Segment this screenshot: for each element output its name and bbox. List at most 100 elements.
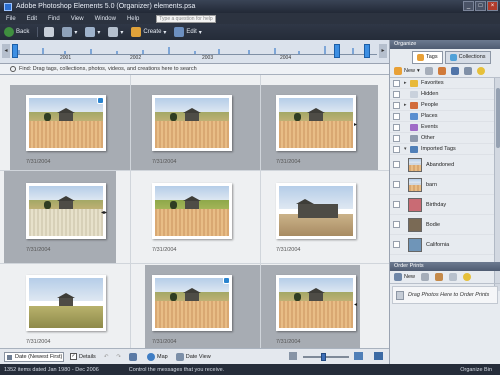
large-thumb-icon[interactable] (354, 352, 363, 360)
tag-row-abandoned[interactable]: Abandoned (390, 155, 494, 175)
help-search-input[interactable]: Type a question for help (156, 14, 217, 23)
details-toggle[interactable]: ✓ Details (70, 353, 96, 360)
details-checkbox[interactable]: ✓ (70, 353, 77, 360)
tag-checkbox[interactable] (393, 112, 400, 120)
photo-thumbnail[interactable] (152, 275, 232, 331)
tag-list-scrollbar[interactable] (494, 78, 500, 291)
slider-knob[interactable] (321, 353, 326, 361)
tag-checkbox[interactable] (393, 145, 400, 153)
photo-cell[interactable]: 7/31/2004 (146, 175, 232, 262)
delete-tag-icon[interactable] (424, 67, 433, 75)
back-button[interactable]: Back (4, 27, 29, 37)
photo-cell[interactable]: 7/31/2004 ◂▸ (20, 175, 107, 262)
lightbulb-icon[interactable] (463, 273, 472, 281)
photo-cell[interactable]: 7/31/2004 (146, 87, 232, 174)
photo-thumbnail[interactable] (276, 183, 356, 239)
menu-find[interactable]: Find (48, 16, 60, 22)
timeline-right-arrow[interactable]: ▸ (379, 44, 387, 58)
map-button[interactable]: Map (147, 352, 168, 361)
close-button[interactable]: × (487, 1, 498, 11)
tag-row-imported-tags[interactable]: ▾ Imported Tags (390, 144, 494, 155)
thumbnail-size-slider[interactable] (303, 353, 349, 361)
tab-tags[interactable]: Tags (412, 50, 443, 64)
timeline-start-handle[interactable] (12, 44, 18, 58)
tag-checkbox[interactable] (393, 134, 400, 142)
stack-collapse-arrow-icon[interactable]: ◂▸ (101, 209, 107, 216)
edit-button[interactable]: Edit ▾ (174, 27, 202, 37)
tag-row-places[interactable]: Places (390, 111, 494, 122)
tag-row-bodie[interactable]: Bodie (390, 215, 494, 235)
stack-collapse-arrow-icon[interactable]: ▸ (354, 121, 357, 128)
photo-thumbnail[interactable] (26, 183, 106, 239)
photo-thumbnail[interactable] (152, 95, 232, 151)
photo-thumbnail[interactable] (276, 275, 356, 331)
timeline-left-arrow[interactable]: ◂ (2, 44, 10, 58)
menu-file[interactable]: File (6, 16, 16, 22)
share-button[interactable]: ▾ (108, 27, 123, 37)
organize-bin-toggle[interactable]: Organize Bin (460, 367, 492, 373)
tag-row-other[interactable]: Other (390, 133, 494, 144)
order-prints-drop-zone[interactable]: Drag Photos Here to Order Prints (392, 286, 498, 304)
date-view-button[interactable]: Date View (175, 352, 211, 361)
tag-checkbox[interactable] (393, 181, 400, 188)
edit-tag-icon[interactable] (437, 67, 446, 75)
photo-cell[interactable]: 7/31/2004 (270, 175, 356, 262)
tag-checkbox[interactable] (393, 79, 400, 87)
photo-cell[interactable]: 7/31/2004 (146, 267, 232, 348)
tag-row-favorites[interactable]: ▸ Favorites (390, 78, 494, 89)
sort-order-select[interactable]: Date (Newest First) (4, 351, 64, 362)
tag-options-icon[interactable] (463, 67, 472, 75)
timeline-current-marker[interactable] (334, 44, 340, 58)
tag-checkbox[interactable] (393, 90, 400, 98)
photo-cell[interactable]: 7/31/2004 ◂ (270, 267, 357, 348)
photo-thumbnail[interactable] (26, 275, 106, 331)
new-order-button[interactable]: New (394, 273, 415, 281)
tag-checkbox[interactable] (393, 101, 400, 109)
timeline[interactable]: ◂ 2001 2002 2003 2004 ▸ (0, 40, 389, 64)
maximize-button[interactable]: □ (475, 1, 486, 11)
display-button[interactable]: ▾ (85, 27, 100, 37)
tag-row-birthday[interactable]: Birthday (390, 195, 494, 215)
find-faces-icon[interactable] (450, 67, 459, 75)
photo-thumbnail[interactable] (26, 95, 106, 151)
new-tag-button[interactable]: New ▾ (394, 67, 420, 75)
edit-order-icon[interactable] (435, 273, 444, 281)
minimize-button[interactable]: _ (463, 1, 474, 11)
timeline-end-handle[interactable] (364, 44, 370, 58)
timeline-track[interactable]: 2001 2002 2003 2004 (12, 44, 377, 61)
lightbulb-icon[interactable] (476, 67, 485, 75)
tag-checkbox[interactable] (393, 123, 400, 131)
menu-window[interactable]: Window (95, 16, 116, 22)
tag-row-barn[interactable]: barn (390, 175, 494, 195)
order-options-icon[interactable] (449, 273, 458, 281)
single-photo-view-icon[interactable] (374, 352, 383, 360)
get-photos-button[interactable]: ▾ (62, 27, 77, 37)
tag-row-hidden[interactable]: Hidden (390, 89, 494, 100)
tag-checkbox[interactable] (393, 241, 400, 248)
rotate-right-button[interactable]: ↷ (116, 354, 121, 360)
tag-row-events[interactable]: Events (390, 122, 494, 133)
photo-thumbnail[interactable] (152, 183, 232, 239)
photo-cell[interactable]: 7/31/2004 ▸ (270, 87, 357, 174)
menu-edit[interactable]: Edit (27, 16, 37, 22)
tab-collections[interactable]: Collections (444, 50, 491, 64)
scrollbar-thumb[interactable] (496, 88, 500, 148)
stack-collapse-arrow-icon[interactable]: ◂ (354, 301, 357, 308)
print-button[interactable] (44, 27, 55, 37)
delete-order-icon[interactable] (421, 273, 430, 281)
photo-cell[interactable]: 7/31/2004 (20, 267, 106, 348)
tag-checkbox[interactable] (393, 161, 400, 168)
menu-view[interactable]: View (71, 16, 84, 22)
photo-cell[interactable]: 7/31/2004 (20, 87, 106, 174)
rotate-left-button[interactable]: ↶ (104, 354, 109, 360)
create-button[interactable]: Create ▾ (131, 27, 166, 37)
status-message[interactable]: Control the messages that you receive. (129, 367, 460, 373)
tag-checkbox[interactable] (393, 221, 400, 228)
tag-row-california[interactable]: California (390, 235, 494, 255)
small-thumb-icon[interactable] (289, 352, 297, 360)
photo-thumbnail[interactable] (276, 95, 356, 151)
menu-help[interactable]: Help (127, 16, 139, 22)
tag-checkbox[interactable] (393, 201, 400, 208)
find-bar[interactable]: Find: Drag tags, collections, photos, vi… (0, 64, 389, 75)
tag-badge-button[interactable] (129, 352, 139, 361)
